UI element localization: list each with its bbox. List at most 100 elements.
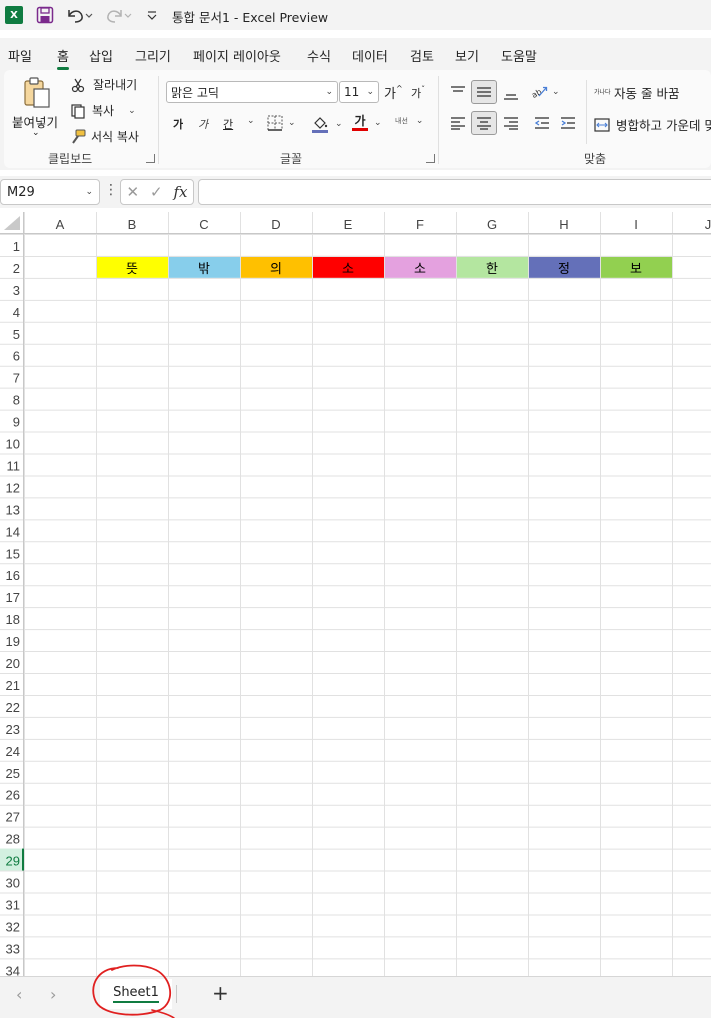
row-header-14[interactable]: 14 (6, 524, 20, 539)
borders-button[interactable]: ⌄ (266, 114, 296, 132)
font-launcher-icon[interactable] (426, 154, 435, 163)
row-header-17[interactable]: 17 (6, 590, 20, 605)
align-right-button[interactable] (498, 111, 524, 135)
tab-formulas[interactable]: 수식 (307, 46, 331, 65)
align-middle-button[interactable] (471, 80, 497, 104)
copy-button[interactable]: 복사 ⌄ (70, 102, 136, 119)
undo-icon[interactable] (65, 5, 93, 25)
row-header-1[interactable]: 1 (13, 239, 20, 254)
merge-center-button[interactable]: 병합하고 가운데 맞 (594, 115, 711, 134)
row-header-27[interactable]: 27 (6, 810, 20, 825)
name-box[interactable]: M29 ⌄ (0, 179, 100, 205)
row-header-18[interactable]: 18 (6, 612, 20, 627)
row-header-4[interactable]: 4 (13, 305, 20, 320)
paste-icon[interactable] (22, 76, 52, 110)
row-header-29[interactable]: 29 (6, 854, 20, 869)
column-header-H[interactable]: H (559, 217, 568, 232)
column-header-B[interactable]: B (128, 217, 137, 232)
align-left-button[interactable] (445, 111, 471, 135)
tab-view[interactable]: 보기 (455, 46, 479, 65)
row-header-2[interactable]: 2 (13, 261, 20, 276)
row-header-21[interactable]: 21 (6, 678, 20, 693)
row-header-34[interactable]: 34 (6, 963, 20, 976)
column-header-A[interactable]: A (56, 217, 65, 232)
cut-button[interactable]: 잘라내기 (70, 76, 137, 93)
row-header-9[interactable]: 9 (13, 415, 20, 430)
tab-page-layout[interactable]: 페이지 레이아웃 (193, 46, 281, 65)
copy-dropdown-icon[interactable]: ⌄ (128, 106, 136, 116)
tab-review[interactable]: 검토 (410, 46, 434, 65)
row-header-12[interactable]: 12 (6, 480, 20, 495)
underline-dropdown-icon[interactable]: ⌄ (244, 116, 255, 126)
cell-grid[interactable]: A B C D E F G H I J123456789101112131415161718192… (0, 212, 711, 976)
row-header-15[interactable]: 15 (6, 546, 20, 561)
phonetic-guide-button[interactable]: 내선 ⌄ (395, 116, 423, 126)
row-header-19[interactable]: 19 (6, 634, 20, 649)
wrap-text-button[interactable]: 가나다 자동 줄 바꿈 (594, 83, 679, 102)
save-icon[interactable] (35, 5, 55, 25)
add-sheet-button[interactable]: + (212, 981, 229, 1005)
row-header-8[interactable]: 8 (13, 393, 20, 408)
worksheet-grid[interactable]: A B C D E F G H I J 1 2 3 4 5 6 7 8 9 10 11 12 13 14 15 16 17 18 19 2… (0, 212, 711, 976)
row-header-6[interactable]: 6 (13, 349, 20, 364)
row-header-7[interactable]: 7 (13, 371, 20, 386)
previous-sheet-icon[interactable]: ‹ (16, 985, 22, 1004)
clipboard-launcher-icon[interactable] (146, 154, 155, 163)
next-sheet-icon[interactable]: › (50, 985, 56, 1004)
row-header-16[interactable]: 16 (6, 568, 20, 583)
insert-function-icon[interactable]: fx (174, 183, 188, 201)
row-header-32[interactable]: 32 (6, 919, 20, 934)
formula-input[interactable] (198, 179, 711, 205)
tab-draw[interactable]: 그리기 (135, 46, 171, 65)
checkmark-icon[interactable]: ✓ (150, 183, 163, 201)
row-header-20[interactable]: 20 (6, 656, 20, 671)
align-top-button[interactable] (445, 80, 471, 104)
customize-toolbar-icon[interactable] (144, 5, 160, 25)
tab-help[interactable]: 도움말 (501, 46, 537, 65)
orientation-button[interactable]: ab ⌄ (531, 84, 560, 100)
row-header-25[interactable]: 25 (6, 766, 20, 781)
row-header-5[interactable]: 5 (13, 327, 20, 342)
fill-color-button[interactable]: ⌄ (311, 114, 343, 134)
row-header-13[interactable]: 13 (6, 502, 20, 517)
column-header-F[interactable]: F (416, 217, 424, 232)
font-size-select[interactable]: 11 ⌄ (339, 81, 379, 103)
format-painter-button[interactable]: 서식 복사 (70, 128, 139, 145)
bold-button[interactable]: 가 (173, 116, 183, 132)
more-options-icon[interactable]: ⋮ (104, 182, 118, 198)
column-header-C[interactable]: C (199, 217, 208, 232)
font-family-select[interactable]: 맑은 고딕 ⌄ (166, 81, 338, 103)
column-header-G[interactable]: G (487, 217, 497, 232)
row-header-28[interactable]: 28 (6, 832, 20, 847)
tab-data[interactable]: 데이터 (352, 46, 388, 65)
decrease-indent-button[interactable] (529, 111, 555, 135)
font-color-button[interactable]: 가 ⌄ (352, 114, 382, 131)
row-header-33[interactable]: 33 (6, 941, 20, 956)
cancel-icon[interactable]: ✕ (126, 183, 139, 201)
row-header-24[interactable]: 24 (6, 744, 20, 759)
underline-button[interactable]: 간 (223, 116, 233, 132)
tab-insert[interactable]: 삽입 (89, 46, 113, 65)
row-header-22[interactable]: 22 (6, 700, 20, 715)
column-header-E[interactable]: E (344, 217, 353, 232)
row-header-11[interactable]: 11 (7, 458, 21, 473)
row-header-30[interactable]: 30 (6, 876, 20, 891)
row-header-3[interactable]: 3 (13, 283, 20, 298)
align-center-button[interactable] (471, 111, 497, 135)
redo-icon[interactable] (105, 5, 133, 25)
row-header-23[interactable]: 23 (6, 722, 20, 737)
align-bottom-button[interactable] (498, 82, 524, 106)
grow-font-button[interactable]: 가 ^ (384, 83, 403, 102)
row-header-26[interactable]: 26 (6, 788, 20, 803)
column-header-I[interactable]: I (634, 217, 638, 232)
row-header-31[interactable]: 31 (6, 897, 20, 912)
row-header-10[interactable]: 10 (6, 437, 20, 452)
sheet-tab-sheet1[interactable]: Sheet1 (100, 979, 172, 1009)
shrink-font-button[interactable]: 가ˇ (411, 85, 425, 101)
tab-file[interactable]: 파일 (8, 46, 32, 65)
increase-indent-button[interactable] (555, 111, 581, 135)
italic-button[interactable]: 가 (198, 116, 208, 132)
column-header-D[interactable]: D (271, 217, 280, 232)
tab-home[interactable]: 홈 (57, 46, 69, 70)
paste-dropdown-icon[interactable]: ⌄ (32, 128, 40, 138)
